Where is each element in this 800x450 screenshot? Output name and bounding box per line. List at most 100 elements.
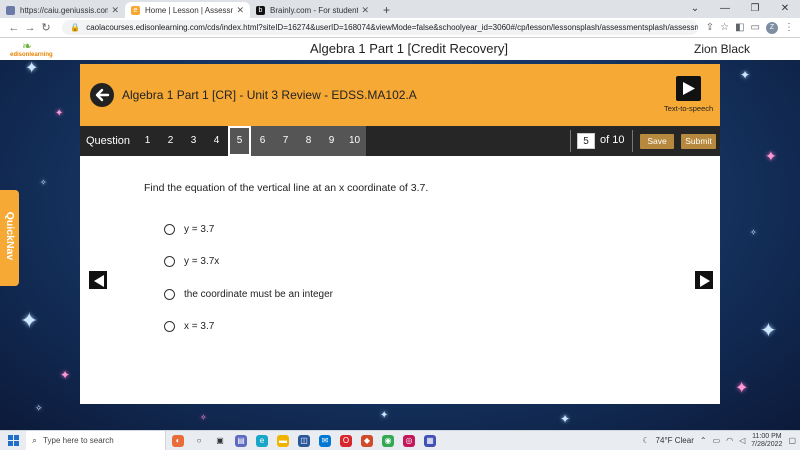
new-tab-button[interactable]: + — [375, 2, 398, 18]
task-view-icon[interactable]: ▣ — [214, 435, 226, 447]
logo-text: edisonlearning — [10, 52, 53, 58]
profile-avatar[interactable]: Z — [766, 21, 778, 34]
clock[interactable]: 11:00 PM 7/28/2022 — [751, 433, 782, 449]
question-number-3[interactable]: 3 — [182, 126, 205, 156]
cortana-icon[interactable]: ○ — [193, 435, 205, 447]
share-icon[interactable]: ⇪ — [706, 22, 714, 33]
widget-icon[interactable]: ◐ — [172, 434, 184, 447]
answer-choice-label[interactable]: x = 3.7 — [184, 321, 214, 332]
volume-icon[interactable]: ◁ — [739, 436, 745, 445]
question-number-4[interactable]: 4 — [205, 126, 228, 156]
store-icon[interactable]: ◫ — [298, 434, 310, 447]
url-field[interactable]: 🔒 caolacourses.edisonlearning.com/cds/in… — [62, 20, 698, 35]
sparkle-icon: ✧ — [200, 413, 207, 422]
close-tab-icon[interactable]: ✕ — [111, 5, 119, 16]
close-tab-icon[interactable]: ✕ — [361, 5, 369, 16]
search-placeholder: Type here to search — [43, 436, 114, 445]
radio-button[interactable] — [164, 288, 175, 300]
mail-icon[interactable]: ✉ — [319, 434, 331, 447]
course-title: Algebra 1 Part 1 [Credit Recovery] — [310, 41, 508, 56]
windows-start-icon[interactable] — [0, 431, 26, 450]
radio-button[interactable] — [164, 223, 175, 235]
minimize-icon[interactable]: — — [710, 0, 740, 18]
quicknav-tab[interactable]: QuickNav — [0, 190, 19, 286]
save-button[interactable]: Save — [640, 134, 674, 149]
bookmark-star-icon[interactable]: ☆ — [720, 22, 729, 33]
edisonlearning-logo[interactable]: ❧ edisonlearning — [10, 38, 53, 60]
tab-favicon-icon — [6, 5, 15, 15]
url-text: caolacourses.edisonlearning.com/cds/inde… — [86, 23, 698, 32]
question-number-1[interactable]: 1 — [136, 126, 159, 156]
sparkle-icon: ✦ — [735, 380, 749, 397]
radio-button[interactable] — [164, 255, 175, 267]
app-icon[interactable]: ◎ — [403, 434, 415, 447]
sparkle-icon: ✦ — [560, 412, 571, 426]
answer-choice-label[interactable]: y = 3.7x — [184, 256, 219, 267]
back-button[interactable] — [90, 83, 114, 107]
question-number-10[interactable]: 10 — [343, 126, 366, 156]
browser-tab-2[interactable]: e Home | Lesson | Assessment Play ✕ — [125, 2, 250, 18]
question-number-9[interactable]: 9 — [320, 126, 343, 156]
play-icon — [683, 82, 695, 95]
tab-title: Home | Lesson | Assessment Play — [145, 5, 233, 15]
opera-icon[interactable]: O — [340, 434, 352, 447]
battery-icon[interactable]: ▭ — [713, 436, 721, 445]
tab-search-icon[interactable]: ⌄ — [680, 0, 710, 18]
app-icon[interactable]: ▦ — [424, 434, 436, 447]
text-to-speech-button[interactable] — [676, 76, 701, 101]
previous-question-button[interactable] — [88, 270, 108, 290]
radio-button[interactable] — [164, 320, 175, 332]
answer-choice[interactable]: y = 3.7x — [164, 254, 219, 268]
question-number-7[interactable]: 7 — [274, 126, 297, 156]
weather-icon: ☾ — [642, 436, 650, 445]
answer-choice-label[interactable]: the coordinate must be an integer — [184, 289, 333, 300]
text-to-speech-label: Text-to-speech — [664, 104, 714, 113]
lesson-banner: Algebra 1 Part 1 [CR] - Unit 3 Review - … — [80, 64, 720, 126]
menu-dots-icon[interactable]: ⋮ — [784, 22, 794, 33]
back-icon[interactable]: ← — [6, 22, 22, 34]
question-number-8[interactable]: 8 — [297, 126, 320, 156]
sparkle-icon: ✧ — [35, 403, 43, 413]
answer-choice[interactable]: x = 3.7 — [164, 319, 214, 333]
maximize-icon[interactable]: ❐ — [740, 0, 770, 18]
question-number-5[interactable]: 5 — [228, 126, 251, 156]
teams-icon[interactable]: ▤ — [235, 434, 247, 447]
reload-icon[interactable]: ↻ — [38, 21, 54, 34]
taskbar: ⌕ Type here to search ◐ ○ ▣ ▤ e ▬ ◫ ✉ O … — [0, 430, 800, 450]
tab-favicon-icon: b — [256, 5, 265, 15]
app-header: ❧ edisonlearning Algebra 1 Part 1 [Credi… — [0, 38, 800, 60]
sparkle-icon: ✦ — [25, 60, 39, 77]
question-text: Find the equation of the vertical line a… — [144, 182, 429, 194]
next-question-button[interactable] — [694, 270, 714, 290]
app-icon[interactable]: ◆ — [361, 434, 373, 447]
submit-button[interactable]: Submit — [681, 134, 716, 149]
sparkle-icon: ✦ — [765, 148, 777, 164]
notification-icon[interactable]: ▢ — [788, 436, 796, 445]
quicknav-label: QuickNav — [4, 211, 16, 261]
tab-title: https://caiu.geniussis.com/FEDe... — [20, 5, 109, 15]
forward-icon[interactable]: → — [22, 22, 38, 34]
chevron-up-icon[interactable]: ⌃ — [700, 436, 707, 445]
user-name[interactable]: Zion Black — [694, 42, 750, 56]
browser-tab-1[interactable]: https://caiu.geniussis.com/FEDe... ✕ — [0, 2, 125, 18]
question-number-2[interactable]: 2 — [159, 126, 182, 156]
close-tab-icon[interactable]: ✕ — [236, 5, 244, 16]
question-number-6[interactable]: 6 — [251, 126, 274, 156]
taskbar-search[interactable]: ⌕ Type here to search — [26, 430, 166, 450]
divider — [632, 130, 633, 152]
weather-text[interactable]: 74°F Clear — [656, 436, 694, 445]
close-window-icon[interactable]: ✕ — [770, 0, 800, 18]
question-label: Question — [86, 135, 131, 147]
wifi-icon[interactable]: ◠ — [726, 436, 733, 445]
question-number-input[interactable]: 5 — [577, 133, 595, 149]
tab-favicon-icon: e — [131, 5, 140, 15]
edge-icon[interactable]: e — [256, 434, 268, 447]
sidebar-icon[interactable]: ▭ — [751, 22, 760, 33]
file-explorer-icon[interactable]: ▬ — [277, 434, 289, 447]
chrome-icon[interactable]: ◉ — [382, 434, 394, 447]
answer-choice[interactable]: y = 3.7 — [164, 222, 214, 236]
browser-tab-3[interactable]: b Brainly.com - For students. By st... ✕ — [250, 2, 375, 18]
extension-icon[interactable]: ◧ — [735, 22, 744, 33]
answer-choice-label[interactable]: y = 3.7 — [184, 224, 214, 235]
answer-choice[interactable]: the coordinate must be an integer — [164, 287, 333, 301]
